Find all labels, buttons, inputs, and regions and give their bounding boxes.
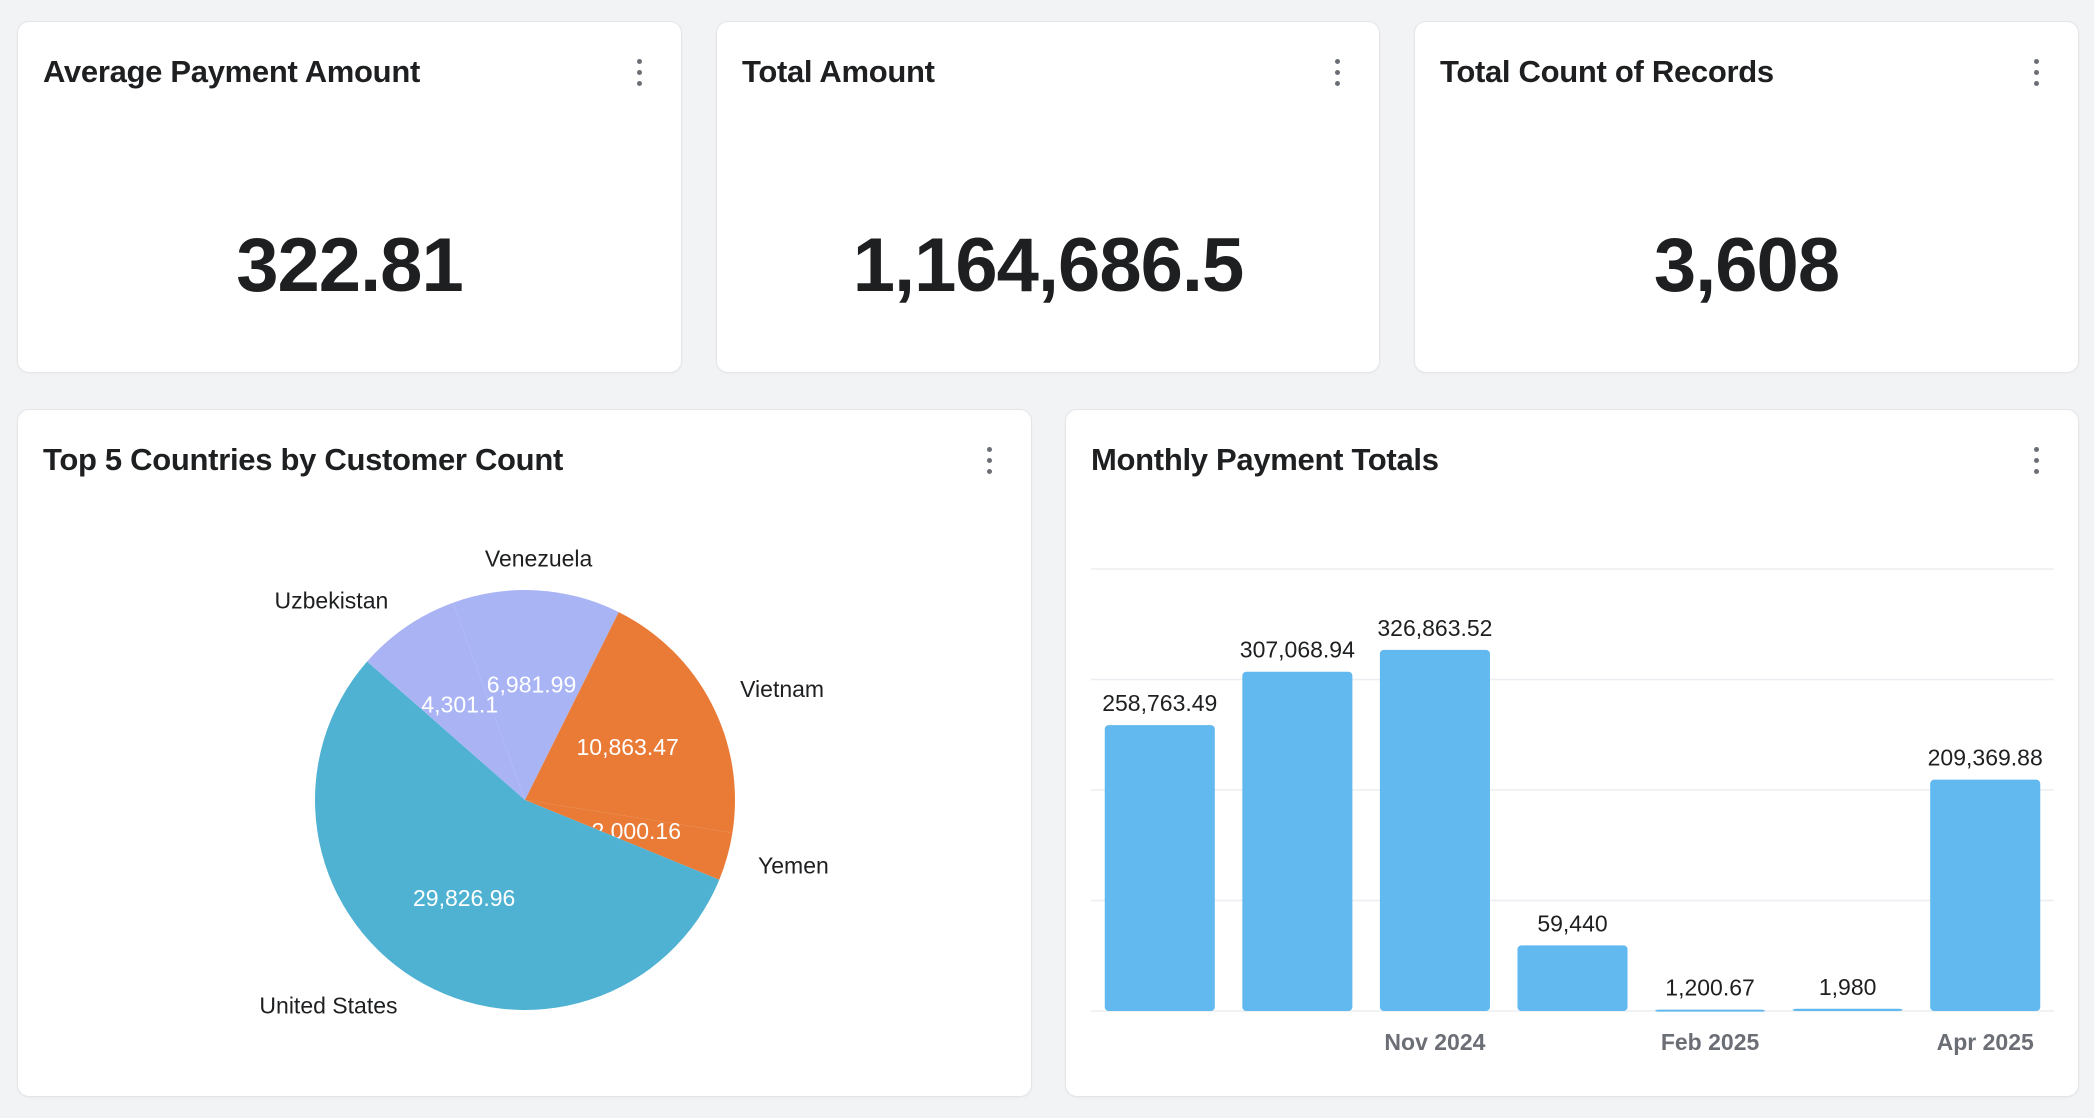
kebab-dot-icon: [1334, 58, 1340, 64]
pie-value-label: 6,981.99: [487, 672, 577, 698]
pie-category-label: Yemen: [758, 852, 829, 878]
kebab-dot-icon: [636, 80, 642, 86]
bar-apr-2025[interactable]: [1930, 779, 2041, 1011]
bar-nov-2024[interactable]: [1379, 649, 1490, 1011]
bar-sep-2024[interactable]: [1104, 725, 1215, 1011]
card-menu-button[interactable]: [625, 52, 653, 92]
kpi-title: Total Count of Records: [1440, 54, 1774, 89]
bar-data-label: 258,763.49: [1102, 690, 1217, 716]
bar-oct-2024[interactable]: [1242, 671, 1353, 1011]
bar-chart: 258,763.49 307,068.94 326,863.52 59,440 1,20…: [1091, 568, 2054, 1055]
kpi-card-total-count: Total Count of Records 3,608: [1414, 21, 2079, 373]
pie-value-label: 4,301.1: [421, 692, 498, 718]
x-tick-label: Nov 2024: [1384, 1029, 1485, 1055]
kpi-title: Total Amount: [742, 54, 935, 89]
kebab-dot-icon: [2033, 58, 2039, 64]
kpi-value: 3,608: [1653, 223, 1840, 308]
pie-value-label: 10,863.47: [577, 734, 679, 760]
pie-category-label: United States: [259, 993, 397, 1019]
x-tick-label: Feb 2025: [1661, 1029, 1760, 1055]
x-tick-label: Apr 2025: [1937, 1029, 2034, 1055]
bar-data-label: 59,440: [1537, 910, 1607, 936]
kpi-card-average-payment: Average Payment Amount 322.81: [17, 21, 682, 373]
pie-category-label: Vietnam: [740, 676, 824, 702]
bar-mar-2025[interactable]: [1792, 1008, 1903, 1011]
bar-feb-2025[interactable]: [1655, 1009, 1766, 1012]
kebab-dot-icon: [2033, 69, 2039, 75]
bar-data-label: 1,200.67: [1665, 975, 1755, 1001]
kpi-title: Average Payment Amount: [43, 54, 420, 89]
bar-data-label: 307,068.94: [1240, 637, 1355, 663]
pie-chart-card: Top 5 Countries by Customer Count 6,981.…: [17, 409, 1032, 1097]
kebab-dot-icon: [1334, 80, 1340, 86]
bar-dec-2024[interactable]: [1517, 945, 1628, 1011]
kebab-dot-icon: [636, 69, 642, 75]
card-menu-button[interactable]: [2022, 52, 2050, 92]
kebab-dot-icon: [2033, 80, 2039, 86]
bar-data-label: 326,863.52: [1377, 615, 1492, 641]
kpi-card-total-amount: Total Amount 1,164,686.5: [716, 21, 1380, 373]
card-menu-button[interactable]: [1323, 52, 1351, 92]
bar-chart-card: Monthly Payment Totals 258,763.49 307,068…: [1065, 409, 2079, 1097]
pie-chart: 6,981.99Venezuela10,863.47Vietnam2,000.1…: [259, 545, 829, 1019]
bar-data-label: 209,369.88: [1928, 745, 2043, 771]
pie-category-label: Uzbekistan: [275, 587, 389, 613]
kpi-value: 1,164,686.5: [852, 223, 1245, 308]
kebab-dot-icon: [636, 58, 642, 64]
bar-data-label: 1,980: [1819, 974, 1877, 1000]
kpi-value: 322.81: [236, 223, 463, 308]
pie-category-label: Venezuela: [485, 545, 593, 571]
pie-value-label: 29,826.96: [413, 885, 515, 911]
kebab-dot-icon: [1334, 69, 1340, 75]
